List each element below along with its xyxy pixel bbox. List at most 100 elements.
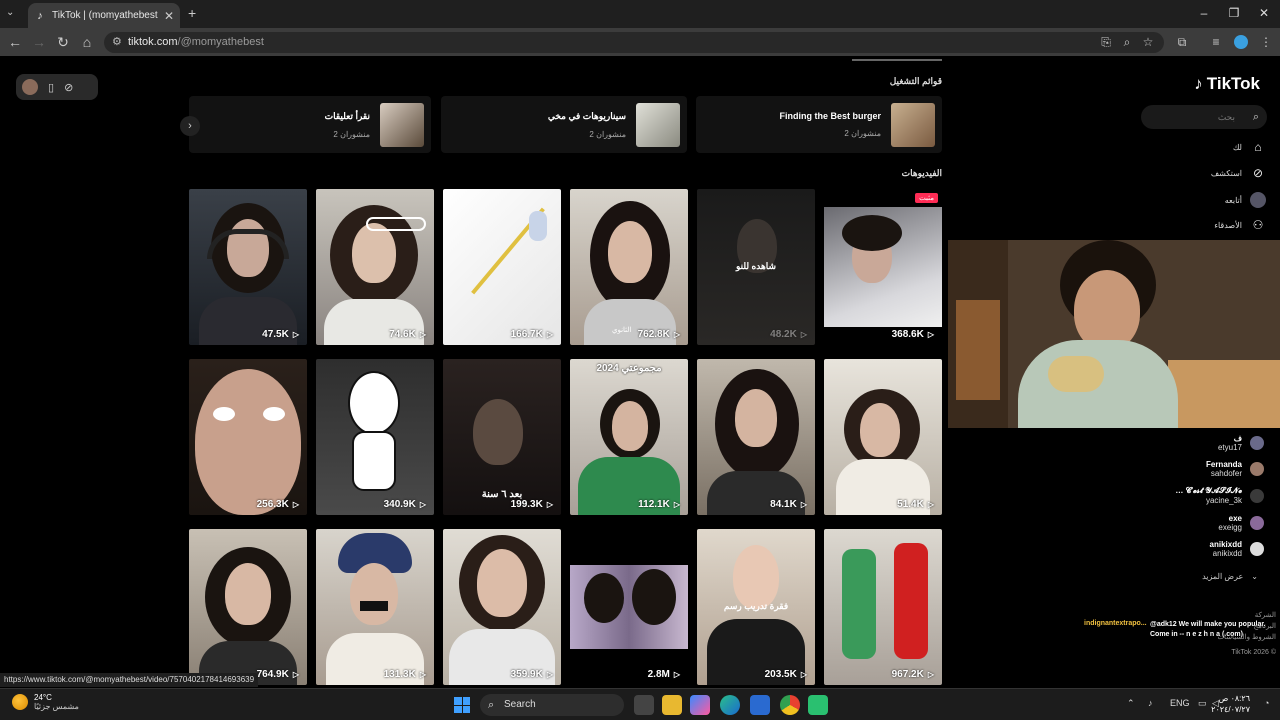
view-count: 84.1K ▷	[770, 499, 807, 510]
windows-start-icon[interactable]	[454, 697, 470, 713]
microphone	[1048, 356, 1104, 392]
weather-widget[interactable]: 24°C مشمس جزئيًا	[12, 693, 79, 711]
reload-icon[interactable]: ↻	[54, 34, 72, 50]
video-thumbnail[interactable]: 166.7K ▷	[443, 189, 561, 345]
address-bar[interactable]: ⚙ tiktok.com/@momyathebest	[104, 32, 1164, 53]
tiktok-logo-text: TikTok	[1206, 74, 1260, 93]
close-tab-icon[interactable]: ✕	[164, 9, 174, 23]
view-count-value: 2.8M	[647, 669, 670, 680]
copyright: TikTok 2026 ©	[1231, 649, 1276, 656]
dock-avatar[interactable]	[22, 79, 38, 95]
following-user[interactable]: … 𝓒'𝓮𝓼𝓽 𝓨𝓐𝓢𝓘𝓝𝓮 yacine_3k	[1175, 486, 1264, 505]
video-thumbnail[interactable]: فقرة تدريب رسم 203.5K ▷	[697, 529, 815, 685]
playlist-card[interactable]: سيناريوهات في مخي منشوران 2	[441, 96, 687, 153]
compass-icon[interactable]: ⊘	[64, 81, 73, 94]
playlist-card[interactable]: نقرأ تعليقات منشوران 2	[189, 96, 431, 153]
videos-title: الفيديوهات	[901, 168, 942, 178]
profile-avatar[interactable]	[1234, 35, 1248, 49]
minimize-icon[interactable]: –	[1194, 6, 1214, 20]
copilot-icon[interactable]	[690, 695, 710, 715]
following-user[interactable]: Fernanda sahdofer	[1206, 460, 1264, 478]
video-thumbnail[interactable]: 131.3K ▷	[316, 529, 434, 685]
video-thumbnail[interactable]: مجموعتي 2024 112.1K ▷	[570, 359, 688, 515]
view-count: 51.4K ▷	[897, 499, 934, 510]
user-handle: anikixdd	[1212, 549, 1242, 558]
search-input[interactable]: بحث ⌕	[1141, 105, 1267, 129]
face	[608, 221, 652, 283]
following-user[interactable]: exe exeigg	[1218, 514, 1264, 532]
nav-item-following[interactable]: أتابعه	[1225, 192, 1266, 208]
back-icon[interactable]: ←	[6, 34, 24, 50]
playlist-name: سيناريوهات في مخي	[547, 110, 626, 121]
footer-link[interactable]: الشركة	[1217, 610, 1276, 621]
microphone-icon[interactable]: ♪	[1148, 698, 1153, 708]
bookmark-star-icon[interactable]: ☆	[1140, 34, 1156, 50]
tray-chevron-icon[interactable]: ⌃	[1127, 698, 1135, 709]
nav-item-friends[interactable]: ⚇ الأصدقاء	[1214, 218, 1266, 232]
see-more-button[interactable]: عرض المزيد ⌄	[1202, 572, 1258, 581]
browser-tab[interactable]: ♪ ‫ئ+ (@momyathebest) | TikTok ✕	[28, 3, 180, 28]
tiktok-page: ▯ ⊘ قوائم التشغيل Finding the Best burge…	[0, 56, 1280, 688]
face	[733, 545, 779, 609]
weather-condition: مشمس جزئيًا	[34, 702, 79, 711]
site-info-icon[interactable]: ⚙	[112, 32, 122, 53]
censor-bar	[360, 601, 388, 611]
edge-icon[interactable]	[720, 695, 740, 715]
zoom-icon[interactable]: ⌕	[1119, 34, 1135, 50]
play-icon: ▷	[292, 500, 299, 509]
video-thumbnail[interactable]: 764.9K ▷	[189, 529, 307, 685]
video-thumbnail[interactable]: 51.4K ▷	[824, 359, 942, 515]
extensions-icon[interactable]: ⧉	[1174, 34, 1190, 50]
green-app-icon[interactable]	[808, 695, 828, 715]
media-control-icon[interactable]: ≡	[1208, 34, 1224, 50]
footer-link[interactable]: الشروط والسياسات	[1217, 632, 1276, 643]
avatar	[1250, 488, 1264, 503]
nav-item-explore[interactable]: ⊘ استكشف	[1211, 166, 1266, 180]
notification-icon[interactable]: ◔	[1264, 698, 1269, 708]
eye	[213, 407, 235, 421]
video-thumbnail[interactable]: شاهده للنو 48.2K ▷	[697, 189, 815, 345]
taskbar-search[interactable]: ⌕ Search	[480, 694, 624, 716]
footer-link[interactable]: البرنامج	[1217, 621, 1276, 632]
video-thumbnail[interactable]: 967.2K ▷	[824, 529, 942, 685]
hair	[632, 569, 676, 625]
video-thumbnail[interactable]: مثبت 368.6K ▷	[824, 189, 942, 345]
task-view-icon[interactable]	[634, 695, 654, 715]
video-thumbnail[interactable]: 2.8M ▷	[570, 529, 688, 685]
home-icon[interactable]: ⌂	[78, 34, 96, 50]
install-app-icon[interactable]: ⎘	[1098, 34, 1114, 50]
menu-icon[interactable]: ⋮	[1258, 34, 1274, 50]
playlist-name: نقرأ تعليقات	[324, 110, 370, 121]
following-user[interactable]: ف etyu17	[1218, 434, 1264, 452]
nav-label: لك	[1232, 142, 1242, 152]
chrome-icon[interactable]	[780, 695, 800, 715]
device-icon[interactable]: ▯	[48, 81, 54, 94]
forward-icon[interactable]: →	[30, 34, 48, 50]
file-explorer-icon[interactable]	[662, 695, 682, 715]
maximize-icon[interactable]: ❐	[1224, 6, 1244, 20]
language-indicator[interactable]: ENG	[1170, 698, 1190, 708]
video-thumbnail[interactable]: 359.9K ▷	[443, 529, 561, 685]
new-tab-icon[interactable]: +	[188, 5, 196, 21]
play-icon: ▷	[546, 500, 553, 509]
playlist-scroll-arrow[interactable]: ›	[180, 116, 200, 136]
video-thumbnail[interactable]: 84.1K ▷	[697, 359, 815, 515]
video-thumbnail[interactable]: بعد ٦ سنة 199.3K ▷	[443, 359, 561, 515]
search-icon[interactable]: ⌕	[1253, 105, 1259, 129]
close-window-icon[interactable]: ✕	[1254, 6, 1274, 20]
following-user[interactable]: anikixdd anikixdd	[1210, 540, 1264, 558]
video-thumbnail[interactable]: 256.3K ▷	[189, 359, 307, 515]
browser-tab-bar: ⌄ ♪ ‫ئ+ (@momyathebest) | TikTok ✕ + – ❐…	[0, 0, 1280, 28]
network-icon[interactable]: ▭	[1198, 698, 1207, 709]
video-thumbnail[interactable]: 74.6K ▷	[316, 189, 434, 345]
clock[interactable]: ٠٨:٢٦ ص ٢٠٢٤/٠٧/٢٧	[1211, 693, 1250, 715]
playlist-card[interactable]: Finding the Best burger منشوران 2	[696, 96, 942, 153]
video-thumbnail[interactable]: 340.9K ▷	[316, 359, 434, 515]
tab-search-icon[interactable]: ⌄	[6, 7, 14, 18]
video-thumbnail[interactable]: 47.5K ▷	[189, 189, 307, 345]
nav-item-for-you[interactable]: ⌂ لك	[1233, 140, 1266, 154]
view-count-value: 166.7K	[510, 329, 543, 340]
tiktok-logo[interactable]: ♪ TikTok	[1194, 74, 1260, 94]
video-thumbnail[interactable]: الثانوي 762.8K ▷	[570, 189, 688, 345]
store-icon[interactable]	[750, 695, 770, 715]
